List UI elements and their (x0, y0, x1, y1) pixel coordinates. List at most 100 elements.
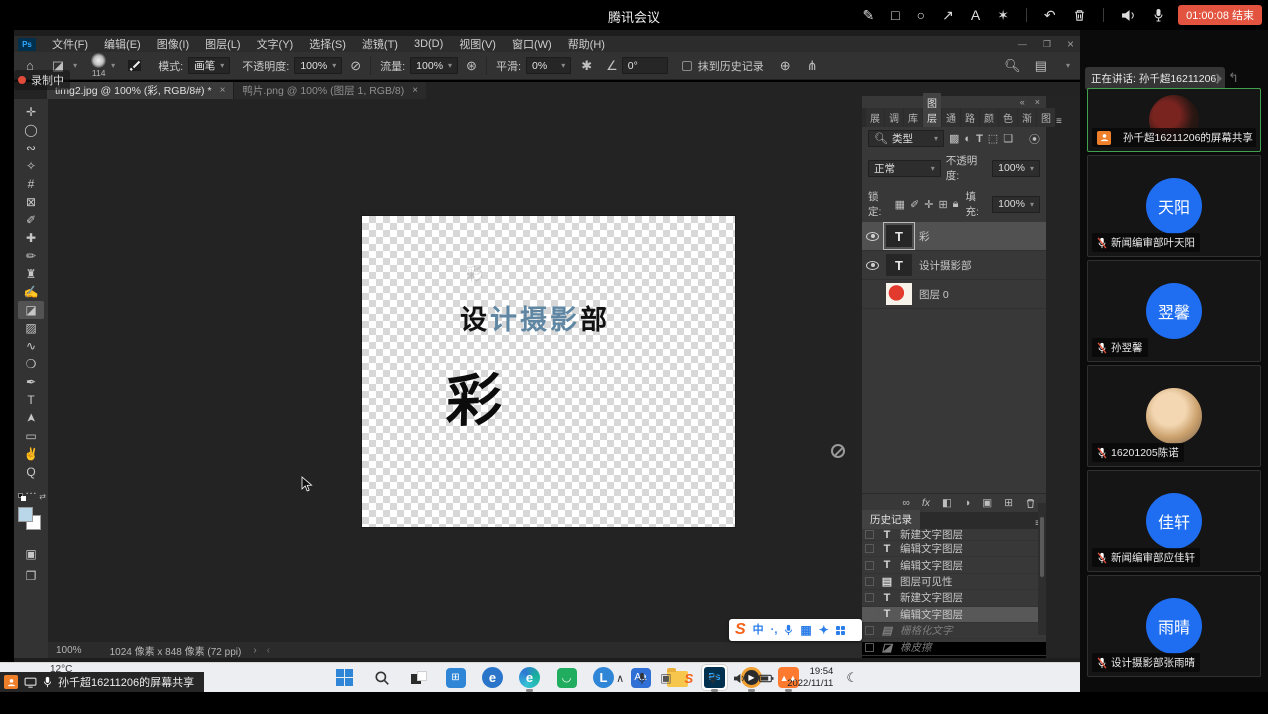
crop-tool-icon[interactable]: # (18, 175, 44, 193)
participant-tile[interactable]: 翌馨 孙翌馨 (1087, 260, 1261, 362)
menu-help[interactable]: 帮助(H) (560, 36, 613, 52)
photoshop-logo-icon[interactable]: Ps (18, 38, 36, 51)
layer-visibility-icon[interactable] (866, 232, 879, 241)
filter-pixel-icon[interactable]: ▩ (949, 132, 959, 145)
panel-menu-icon[interactable]: ≡ (1056, 116, 1062, 127)
panel-tab-layers[interactable]: 图层 (923, 93, 941, 127)
screen-mode-icon[interactable]: ❐ (18, 567, 44, 585)
panel-tab[interactable]: 库 (904, 108, 922, 127)
menu-image[interactable]: 图像(I) (149, 36, 197, 52)
move-tool-icon[interactable]: ✛ (18, 103, 44, 121)
layer-fill-select[interactable]: 100%▾ (992, 196, 1040, 213)
pen-tool-icon[interactable]: ✒ (18, 373, 44, 391)
laser-pointer-icon[interactable]: ✶ (997, 8, 1009, 22)
dodge-tool-icon[interactable]: ❍ (18, 355, 44, 373)
history-brush-tool-icon[interactable]: ✍ (18, 283, 44, 301)
meeting-timer-end-button[interactable]: 01:00:08 结束 (1178, 5, 1262, 25)
lock-pixels-icon[interactable]: ✐ (910, 198, 919, 211)
layer-name[interactable]: 设计摄影部 (919, 258, 972, 273)
magic-wand-tool-icon[interactable]: ✧ (18, 157, 44, 175)
pen-tool-icon[interactable]: ✎ (862, 8, 874, 22)
panel-tab[interactable]: 通 (942, 108, 960, 127)
ime-keyboard-icon[interactable]: ▦ (800, 624, 811, 636)
ime-mic-icon[interactable] (784, 624, 793, 636)
delete-layer-icon[interactable] (1025, 498, 1036, 509)
smoothing-gear-icon[interactable]: ✱ (581, 58, 592, 74)
frame-tool-icon[interactable]: ⊠ (18, 193, 44, 211)
brush-tool-icon[interactable]: ✏ (18, 247, 44, 265)
battery-icon[interactable] (759, 674, 774, 683)
restore-icon[interactable]: ❐ (1043, 39, 1051, 50)
chevron-down-icon[interactable]: ▾ (1066, 61, 1070, 70)
panel-tab[interactable]: 路 (961, 108, 979, 127)
text-layer-thumbnail[interactable]: T (886, 225, 912, 247)
gradient-tool-icon[interactable]: ▨ (18, 319, 44, 337)
default-colors-icon[interactable] (18, 493, 27, 502)
layer-opacity-select[interactable]: 100%▾ (992, 160, 1040, 177)
wifi-icon[interactable] (706, 673, 720, 684)
history-item[interactable]: T新建文字图层 (862, 529, 1046, 541)
screen-share-banner[interactable]: 孙千超16211206的屏幕共享 (0, 672, 204, 692)
speaker-icon[interactable] (1121, 9, 1136, 22)
sogou-logo-icon[interactable]: S (735, 622, 746, 638)
microsoft-store-icon[interactable]: ⊞ (443, 665, 468, 690)
minimize-icon[interactable]: — (1018, 39, 1027, 49)
volume-icon[interactable] (733, 673, 746, 684)
mode-select[interactable]: 画笔▾ (188, 57, 230, 74)
mic-icon[interactable] (1153, 8, 1164, 22)
blue-l-app-icon[interactable]: L (591, 665, 616, 690)
ps-canvas-area[interactable]: 彩 设计摄影部 彩 (48, 99, 862, 642)
filter-toggle-icon[interactable]: ⦿ (1029, 131, 1040, 147)
swap-colors-icon[interactable]: ⇄ (39, 492, 46, 501)
rectangle-tool-icon[interactable]: □ (891, 8, 899, 22)
filter-shape-icon[interactable]: ⬚ (988, 132, 998, 145)
taskbar-clock[interactable]: 19:54 2022/11/11 (787, 666, 833, 690)
angle-input[interactable]: 0° (622, 57, 668, 74)
participant-tile[interactable]: 佳轩 新闻编审部应佳轩 (1087, 470, 1261, 572)
history-item-selected[interactable]: T编辑文字图层 (862, 607, 1046, 623)
ime-toolbox-icon[interactable] (836, 626, 845, 635)
pressure-opacity-icon[interactable]: ⊘ (350, 58, 361, 74)
search-icon[interactable] (369, 665, 394, 690)
smudge-tool-icon[interactable]: ∿ (18, 337, 44, 355)
document-tab-inactive[interactable]: 鸭片.png @ 100% (图层 1, RGB/8) × (233, 82, 426, 99)
search-icon[interactable]: 🔍︎ (1004, 58, 1021, 74)
filter-smart-object-icon[interactable]: ❏ (1003, 132, 1013, 145)
panel-tab[interactable]: 展 (866, 108, 884, 127)
layer-row[interactable]: T 设计摄影部 (862, 251, 1046, 280)
layer-visibility-icon[interactable] (866, 261, 879, 270)
history-item[interactable]: T新建文字图层 (862, 590, 1046, 606)
flow-select[interactable]: 100%▾ (410, 57, 458, 74)
pressure-size-icon[interactable]: ⊕ (780, 58, 791, 74)
tray-mic-icon[interactable] (637, 672, 647, 685)
image-layer-thumbnail[interactable] (886, 283, 912, 305)
document-tab-active[interactable]: timg2.jpg @ 100% (彩, RGB/8#) * × (47, 82, 233, 99)
close-panel-icon[interactable]: × (1035, 97, 1040, 107)
ime-chinese-mode[interactable]: 中 (753, 625, 764, 636)
reaction-icon[interactable]: ⬗ (1212, 70, 1222, 86)
panel-tab[interactable]: 颜 (980, 108, 998, 127)
menu-view[interactable]: 视图(V) (451, 36, 504, 52)
panel-tab[interactable]: 色 (999, 108, 1017, 127)
history-item[interactable]: ▤图层可见性 (862, 574, 1046, 590)
layer-visibility-off[interactable] (866, 290, 879, 299)
erase-to-history-option[interactable]: 抹到历史记录 (682, 58, 764, 74)
symmetry-icon[interactable]: ⋔ (807, 58, 818, 74)
panel-tab[interactable]: 图 (1037, 108, 1055, 127)
participant-tile[interactable]: 天阳 新闻编审部叶天阳 (1087, 155, 1261, 257)
sogou-tray-icon[interactable]: S (685, 671, 694, 686)
panel-tab[interactable]: 调 (885, 108, 903, 127)
brush-preset-picker[interactable]: 114 (91, 53, 106, 78)
menu-window[interactable]: 窗口(W) (504, 36, 560, 52)
quick-mask-icon[interactable]: ▣ (18, 545, 44, 563)
eraser-tool-icon[interactable]: ◪ (18, 301, 44, 319)
ime-indicator-icon[interactable]: ▣ (660, 671, 671, 685)
workspace-switcher-icon[interactable]: ▤ (1035, 58, 1047, 74)
filter-adjustment-icon[interactable]: ◐ (964, 133, 971, 145)
text-tool-icon[interactable]: A (971, 8, 980, 22)
history-item-disabled[interactable]: ▤栅格化文字 (862, 623, 1046, 639)
collapse-panels-icon[interactable]: « (1020, 97, 1025, 107)
close-tab-icon[interactable]: × (220, 85, 226, 96)
eyedropper-tool-icon[interactable]: ✐ (18, 211, 44, 229)
history-scrollbar[interactable] (1038, 503, 1046, 635)
